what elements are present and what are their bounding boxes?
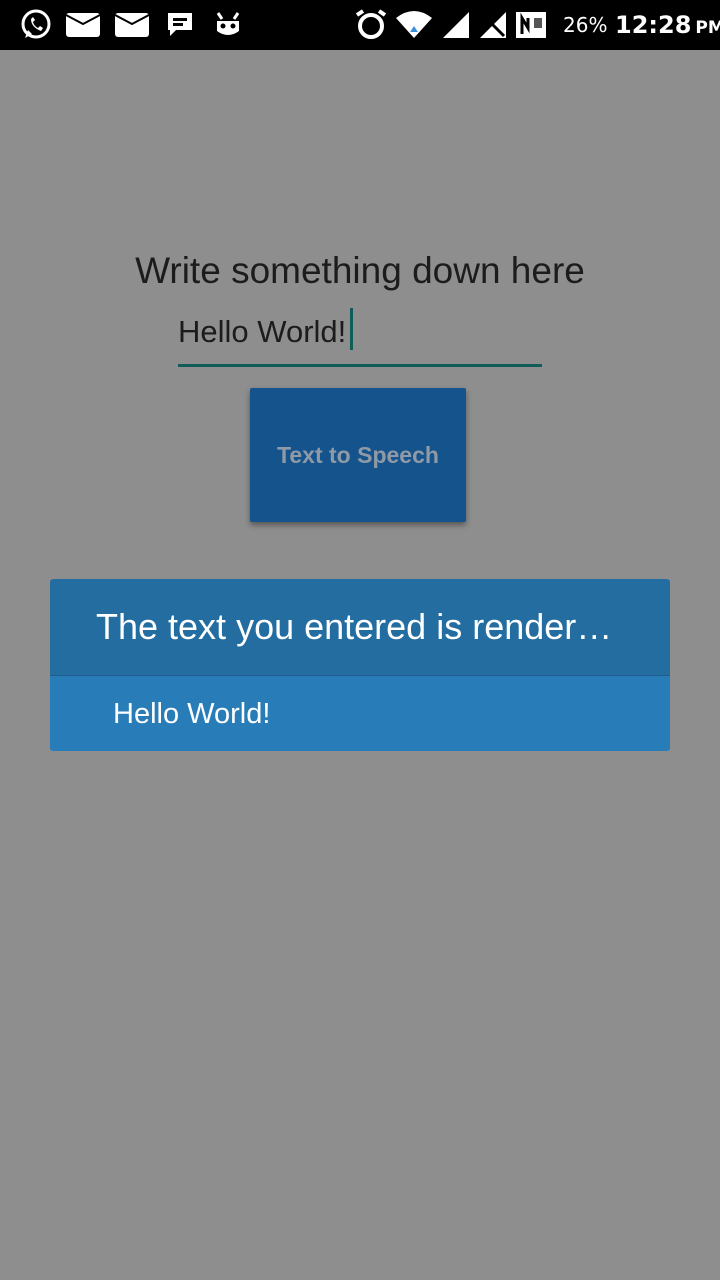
- clock-time: 12:28: [615, 11, 692, 39]
- result-card-text: Hello World!: [50, 675, 670, 751]
- message-icon: [164, 8, 196, 42]
- clock-ampm: PM: [695, 18, 720, 38]
- signal-icon: [440, 8, 472, 42]
- status-bar: 26% 12:28 PM: [0, 0, 720, 50]
- result-card: The text you entered is rendered below H…: [50, 579, 670, 751]
- clock: 12:28 PM: [615, 0, 720, 50]
- prompt-label: Write something down here: [135, 250, 585, 291]
- result-card-header: The text you entered is rendered below: [50, 579, 670, 675]
- mail-icon: [113, 8, 151, 42]
- battery-level: 26%: [563, 13, 608, 37]
- android-icon: [212, 8, 244, 42]
- wifi-icon: [394, 8, 434, 42]
- text-cursor: [350, 308, 353, 350]
- text-input[interactable]: [178, 304, 542, 360]
- mail-icon: [64, 8, 102, 42]
- input-underline: [178, 364, 542, 367]
- text-input-container[interactable]: [178, 304, 542, 368]
- text-to-speech-button[interactable]: Text to Speech: [250, 388, 466, 522]
- no-signal-icon: [514, 8, 548, 42]
- alarm-icon: [354, 8, 388, 42]
- whatsapp-icon: [18, 8, 54, 42]
- no-signal-icon: [478, 8, 508, 42]
